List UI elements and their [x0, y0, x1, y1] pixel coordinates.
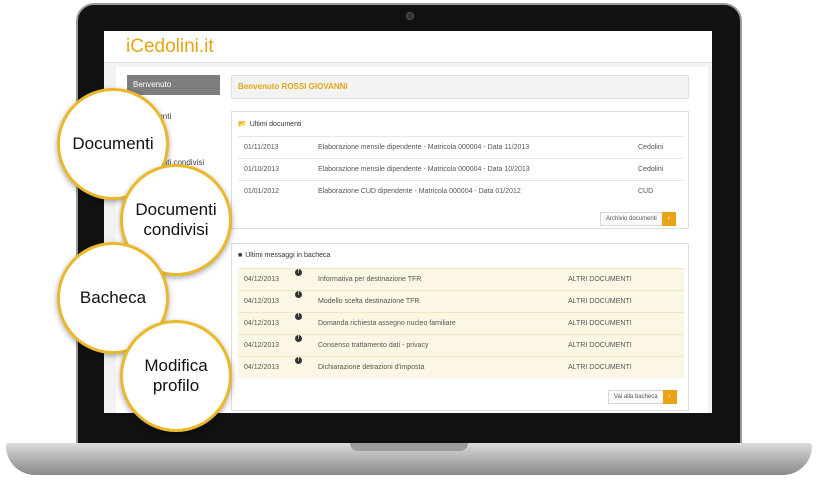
row-description[interactable]: Informativa per destinazione TFR: [318, 269, 421, 291]
row-description[interactable]: Elaborazione mensile dipendente - Matric…: [318, 159, 530, 181]
callout-text: Modifica: [144, 356, 208, 375]
camera-dot: [406, 12, 414, 20]
callout-text: profilo: [152, 376, 200, 395]
row-date: 04/12/2013: [244, 276, 280, 283]
chevron-right-icon: ›: [662, 390, 677, 404]
row-description[interactable]: Modello scelta destinazione TFR: [318, 291, 419, 313]
chevron-right-icon: ›: [661, 212, 676, 226]
row-date: 01/11/2013: [244, 144, 279, 151]
board-panel-title: ■ Ultimi messaggi in bacheca: [238, 252, 330, 259]
row-date: 04/12/2013: [244, 342, 280, 349]
table-row[interactable]: 01/11/2013 Elaborazione mensile dipenden…: [238, 136, 684, 158]
list-item[interactable]: 04/12/2013 ! Consenso trattamento dati -…: [238, 334, 684, 356]
table-row[interactable]: 01/01/2012 Elaborazione CUD dipendente -…: [238, 180, 684, 202]
row-type: Cedolini: [638, 166, 664, 173]
welcome-banner: Benvenuto ROSSI GIOVANNI: [231, 75, 689, 99]
documents-panel: 📂 Ultimi documenti 01/11/2013 Elaborazion…: [231, 111, 689, 229]
row-date: 01/10/2013: [244, 166, 280, 173]
go-to-board-button[interactable]: Vai alla bacheca ›: [608, 390, 677, 404]
sidebar: Benvenuto Documenti Documenti condivisi: [127, 75, 220, 167]
row-description[interactable]: Domanda richiesta assegno nucleo familia…: [318, 313, 456, 335]
documents-title-text: Ultimi documenti: [249, 121, 302, 128]
row-description[interactable]: Elaborazione CUD dipendente - Matricola …: [318, 181, 521, 203]
table-row[interactable]: 01/10/2013 Elaborazione mensile dipenden…: [238, 158, 684, 180]
laptop-notch: [350, 443, 468, 451]
row-category: ALTRI DOCUMENTI: [568, 320, 632, 327]
row-description[interactable]: Dichiarazione detrazioni d'imposta: [318, 357, 424, 379]
row-description[interactable]: Elaborazione mensile dipendente - Matric…: [318, 137, 529, 159]
list-item[interactable]: 04/12/2013 ! Dichiarazione detrazioni d'…: [238, 356, 684, 378]
documents-panel-title: 📂 Ultimi documenti: [238, 120, 301, 128]
row-category: ALTRI DOCUMENTI: [568, 276, 632, 283]
list-item[interactable]: 04/12/2013 ! Modello scelta destinazione…: [238, 290, 684, 312]
comment-icon: ■: [238, 252, 243, 259]
row-date: 04/12/2013: [244, 298, 280, 305]
archive-button-label: Archivio documenti: [606, 216, 657, 222]
row-date: 04/12/2013: [244, 364, 280, 371]
list-item[interactable]: 04/12/2013 ! Domanda richiesta assegno n…: [238, 312, 684, 334]
row-date: 01/01/2012: [244, 188, 280, 195]
list-item[interactable]: 04/12/2013 ! Informativa per destinazion…: [238, 268, 684, 290]
callout-modifica-profilo: Modifica profilo: [120, 320, 232, 432]
row-type: Cedolini: [638, 144, 664, 151]
board-panel: ■ Ultimi messaggi in bacheca 04/12/2013 !…: [231, 243, 689, 411]
folder-open-icon: 📂: [238, 121, 247, 128]
app-logo[interactable]: iCedolini.it: [126, 36, 214, 58]
callout-text: Documenti: [135, 200, 217, 219]
sidebar-item-benvenuto[interactable]: Benvenuto: [127, 75, 220, 95]
callout-text: Bacheca: [79, 288, 147, 307]
row-category: ALTRI DOCUMENTI: [568, 298, 632, 305]
laptop-mockup: iCedolini.it Benvenuto Documenti Documen…: [0, 0, 818, 488]
archive-documents-button[interactable]: Archivio documenti ›: [600, 212, 676, 226]
row-date: 04/12/2013: [244, 320, 280, 327]
board-title-text: Ultimi messaggi in bacheca: [245, 252, 331, 259]
row-description[interactable]: Consenso trattamento dati - privacy: [318, 335, 429, 357]
row-category: ALTRI DOCUMENTI: [568, 342, 632, 349]
callout-text: condivisi: [143, 220, 209, 239]
row-category: ALTRI DOCUMENTI: [568, 364, 632, 371]
app-header: iCedolini.it: [104, 31, 712, 63]
board-button-label: Vai alla bacheca: [614, 394, 658, 400]
row-type: CUD: [638, 188, 654, 195]
callout-text: Documenti: [72, 134, 154, 153]
